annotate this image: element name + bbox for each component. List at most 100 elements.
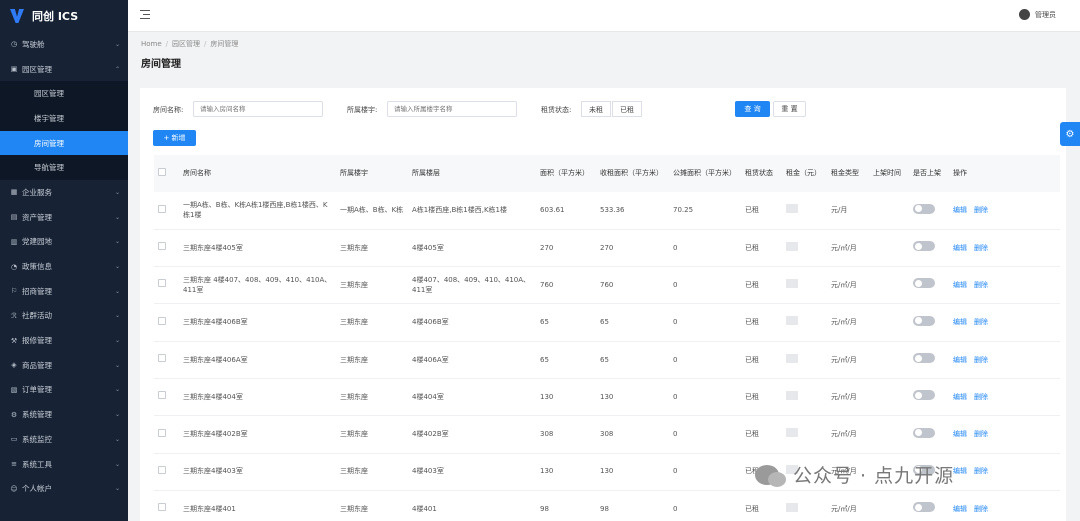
row-checkbox[interactable]	[158, 242, 166, 251]
listed-toggle[interactable]	[913, 390, 935, 401]
cell-listed-time	[869, 192, 909, 230]
edit-link[interactable]: 编辑	[953, 430, 967, 438]
sidebar-item[interactable]: ℛ 社群活动 ⌄	[0, 304, 128, 329]
cell-listed-time	[869, 341, 909, 379]
cell-listed-time	[869, 490, 909, 521]
search-button[interactable]: 查 询	[735, 101, 770, 117]
sidebar-subitem[interactable]: 楼宇管理	[0, 106, 128, 131]
cell-name: 三期东座4楼402B室	[179, 415, 336, 454]
listed-toggle[interactable]	[913, 278, 935, 289]
sidebar-item-label: 系统工具	[22, 459, 52, 469]
chevron-up-icon: ⌃	[114, 65, 120, 73]
logo-icon	[10, 9, 24, 23]
sidebar-item[interactable]: ◔ 政策信息 ⌄	[0, 254, 128, 279]
room-name-input[interactable]	[193, 101, 323, 117]
edit-link[interactable]: 编辑	[953, 206, 967, 214]
rent-amount-redacted	[786, 241, 798, 251]
cell-status: 已租	[741, 490, 782, 521]
row-checkbox[interactable]	[158, 391, 166, 400]
sidebar-item[interactable]: ▦ 企业服务 ⌄	[0, 180, 128, 205]
sidebar-item[interactable]: ▥ 党建园地 ⌄	[0, 230, 128, 255]
chevron-down-icon: ⌄	[114, 40, 120, 48]
delete-link[interactable]: 删除	[974, 467, 988, 475]
user-menu[interactable]: 管理员	[1019, 9, 1056, 20]
delete-link[interactable]: 删除	[974, 505, 988, 513]
delete-link[interactable]: 删除	[974, 244, 988, 252]
cell-shared-area: 0	[669, 341, 741, 379]
delete-link[interactable]: 删除	[974, 318, 988, 326]
row-checkbox[interactable]	[158, 465, 166, 474]
listed-toggle[interactable]	[913, 315, 935, 326]
rent-status-label: 租赁状态:	[541, 106, 572, 114]
cell-floor: 4楼403室	[408, 453, 536, 491]
edit-link[interactable]: 编辑	[953, 244, 967, 252]
edit-link[interactable]: 编辑	[953, 505, 967, 513]
building-input[interactable]	[387, 101, 517, 117]
listed-toggle[interactable]	[913, 353, 935, 364]
sidebar-item[interactable]: ≡ 系统工具 ⌄	[0, 452, 128, 477]
sidebar-item[interactable]: ▣ 园区管理 ⌃	[0, 57, 128, 82]
chevron-down-icon: ⌄	[114, 435, 120, 443]
row-checkbox[interactable]	[158, 204, 166, 213]
edit-link[interactable]: 编辑	[953, 467, 967, 475]
edit-link[interactable]: 编辑	[953, 393, 967, 401]
sidebar-subitem[interactable]: 园区管理	[0, 81, 128, 106]
settings-gear-icon[interactable]: ⚙	[1060, 122, 1080, 146]
delete-link[interactable]: 删除	[974, 281, 988, 289]
sidebar-item[interactable]: ⚒ 报修管理 ⌄	[0, 328, 128, 353]
cell-listed-time	[869, 266, 909, 305]
listed-toggle[interactable]	[913, 241, 935, 252]
sidebar-item[interactable]: ⚙ 系统管理 ⌄	[0, 402, 128, 427]
sidebar-subitem[interactable]: 房间管理	[0, 130, 128, 156]
delete-link[interactable]: 删除	[974, 393, 988, 401]
community-icon: ℛ	[11, 311, 17, 320]
app-logo[interactable]: 同创 ICS	[0, 0, 128, 32]
breadcrumb: Home / 园区管理 / 房间管理	[141, 40, 239, 48]
room-name-label: 房间名称:	[153, 106, 184, 114]
cell-name: 三期东座4楼406B室	[179, 303, 336, 342]
reset-button[interactable]: 重 置	[773, 101, 806, 117]
sidebar-item[interactable]: ◈ 商品管理 ⌄	[0, 353, 128, 378]
row-checkbox[interactable]	[158, 316, 166, 325]
column-header: 所属楼层	[412, 169, 440, 178]
row-checkbox[interactable]	[158, 279, 166, 288]
row-checkbox[interactable]	[158, 428, 166, 437]
column-header: 房间名称	[183, 169, 211, 178]
edit-link[interactable]: 编辑	[953, 318, 967, 326]
page-title: 房间管理	[141, 59, 181, 70]
breadcrumb-home[interactable]: Home	[141, 40, 162, 48]
sidebar-item[interactable]: ☺ 个人帐户 ⌄	[0, 476, 128, 501]
breadcrumb-level1[interactable]: 园区管理	[172, 40, 200, 48]
cell-name: 三期东座 4楼407、408、409、410、410A、411室	[179, 266, 336, 305]
select-all-checkbox[interactable]	[158, 167, 166, 176]
delete-link[interactable]: 删除	[974, 430, 988, 438]
row-checkbox[interactable]	[158, 503, 166, 512]
table-row: 一期A栋、B栋、K栋A栋1楼西座,B栋1楼西、K栋1楼 一期A栋、B栋、K栋 A栋1…	[154, 192, 1060, 230]
add-button[interactable]: + 新增	[153, 130, 196, 146]
edit-link[interactable]: 编辑	[953, 356, 967, 364]
delete-link[interactable]: 删除	[974, 206, 988, 214]
cell-building: 三期东座	[336, 303, 408, 342]
listed-toggle[interactable]	[913, 203, 935, 214]
sidebar-item[interactable]: ▭ 系统监控 ⌄	[0, 427, 128, 452]
sidebar-item[interactable]: ▤ 资产管理 ⌄	[0, 205, 128, 230]
sidebar-subitem[interactable]: 导航管理	[0, 155, 128, 180]
menu-toggle-icon[interactable]	[140, 10, 150, 19]
status-rented-button[interactable]: 已租	[612, 101, 642, 117]
rent-amount-redacted	[786, 204, 798, 214]
listed-toggle[interactable]	[913, 502, 935, 513]
chevron-down-icon: ⌄	[114, 188, 120, 196]
row-checkbox[interactable]	[158, 354, 166, 363]
listed-toggle[interactable]	[913, 427, 935, 438]
sidebar-item[interactable]: ▧ 订单管理 ⌄	[0, 378, 128, 403]
investment-icon: ⚐	[10, 287, 18, 296]
cell-status: 已租	[741, 266, 782, 305]
status-unrented-button[interactable]: 未租	[581, 101, 611, 117]
sidebar-item[interactable]: ◷ 驾驶舱 ⌄	[0, 32, 128, 57]
app-title: 同创 ICS	[32, 10, 79, 23]
sidebar-item[interactable]: ⚐ 招商管理 ⌄	[0, 279, 128, 304]
delete-link[interactable]: 删除	[974, 356, 988, 364]
cell-shared-area: 0	[669, 266, 741, 305]
edit-link[interactable]: 编辑	[953, 281, 967, 289]
cell-status: 已租	[741, 229, 782, 268]
